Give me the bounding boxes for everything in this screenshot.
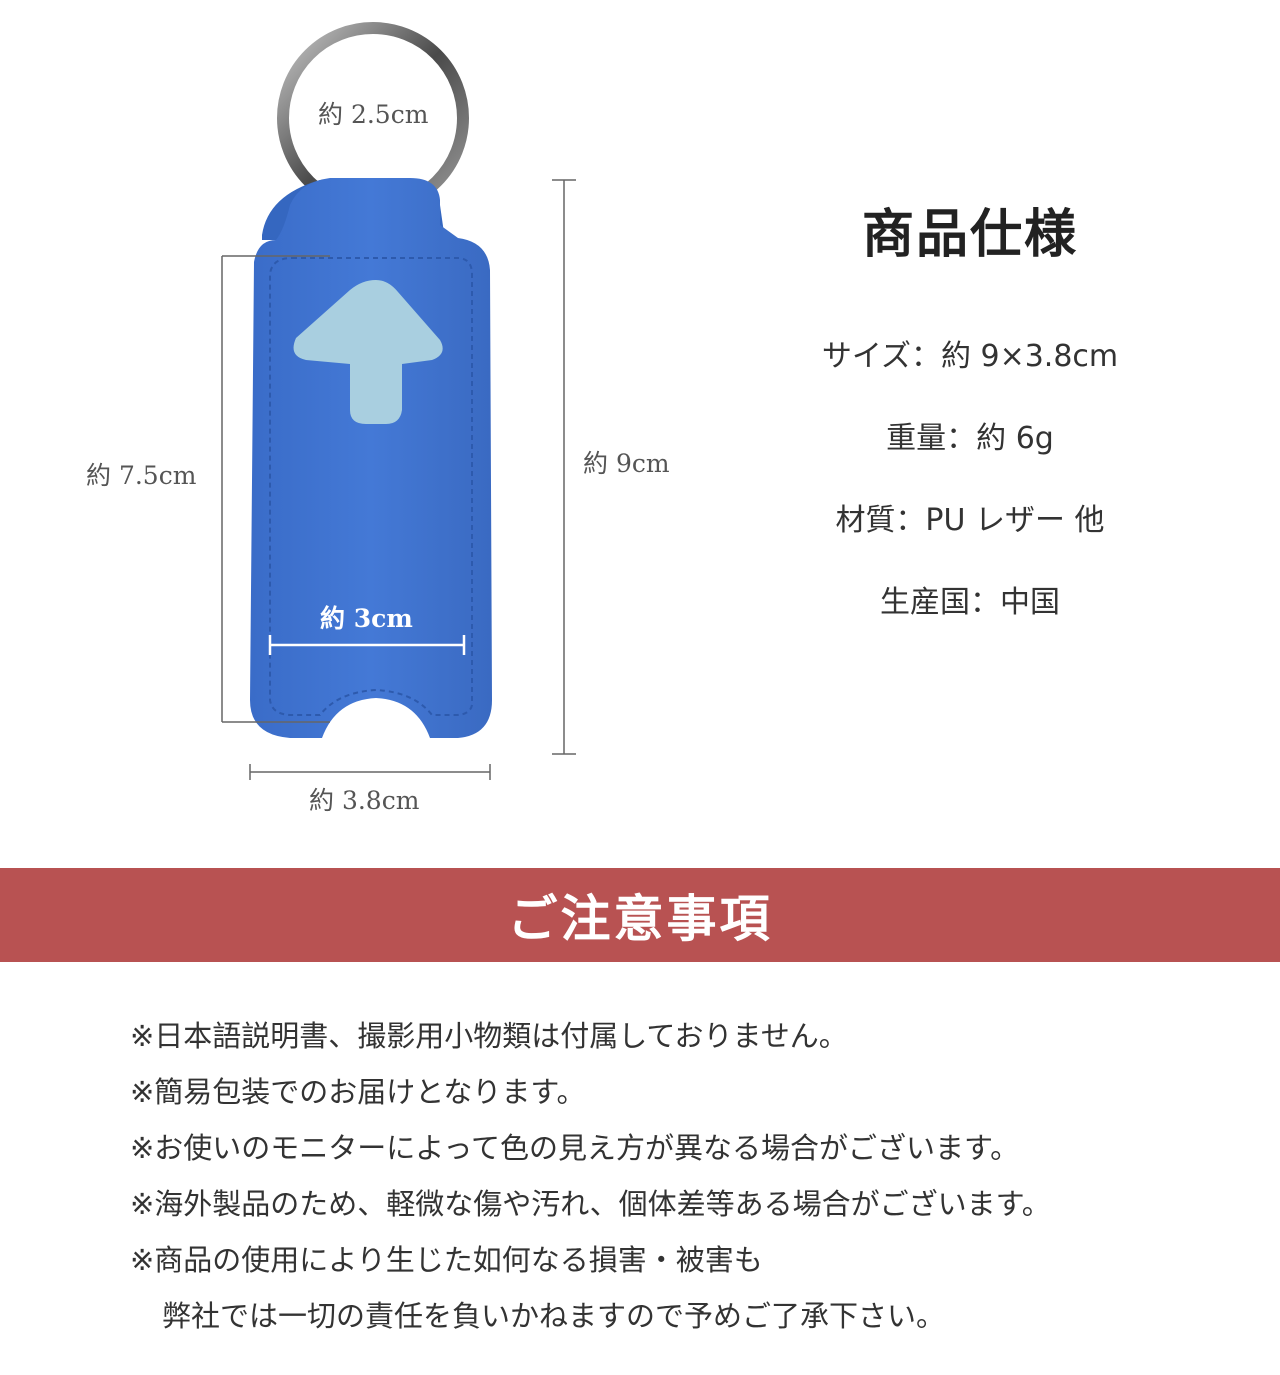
keychain-illustration xyxy=(221,22,576,780)
notice-list: ※日本語説明書、撮影用小物類は付属しておりません。 ※簡易包装でのお届けとなりま… xyxy=(130,1008,1230,1344)
notice-banner: ご注意事項 xyxy=(0,868,1280,962)
notice-line: 弊社では一切の責任を負いかねますので予めご了承下さい。 xyxy=(162,1299,946,1333)
spec-panel: 商品仕様 サイズ：約 9×3.8cm 重量：約 6g 材質：PU レザー 他 生… xyxy=(770,200,1170,620)
notice-line: ※日本語説明書、撮影用小物類は付属しておりません。 xyxy=(130,1019,848,1053)
inner-width-label: 約 3cm xyxy=(320,604,413,633)
total-height-label: 約 9cm xyxy=(583,449,670,478)
inner-height-label: 約 7.5cm xyxy=(86,461,197,490)
total-width-label: 約 3.8cm xyxy=(309,786,420,815)
product-figure: 約 2.5cm 約 7.5cm 約 9cm 約 3cm 約 3.8cm xyxy=(0,0,760,860)
notice-title: ご注意事項 xyxy=(507,890,773,948)
leather-body xyxy=(250,178,492,738)
notice-line: ※海外製品のため、軽微な傷や汚れ、個体差等ある場合がございます。 xyxy=(130,1187,1051,1221)
spec-material: 材質：PU レザー 他 xyxy=(835,503,1105,538)
notice-line: ※お使いのモニターによって色の見え方が異なる場合がございます。 xyxy=(130,1131,1020,1165)
notice-line: ※商品の使用により生じた如何なる損害・被害も xyxy=(130,1243,763,1277)
spec-title: 商品仕様 xyxy=(861,205,1078,265)
spec-origin: 生産国：中国 xyxy=(880,585,1060,620)
notice-line: ※簡易包装でのお届けとなります。 xyxy=(130,1075,586,1109)
ring-diameter-label: 約 2.5cm xyxy=(318,100,429,129)
spec-size: サイズ：約 9×3.8cm xyxy=(821,339,1119,374)
spec-weight: 重量：約 6g xyxy=(886,421,1054,456)
